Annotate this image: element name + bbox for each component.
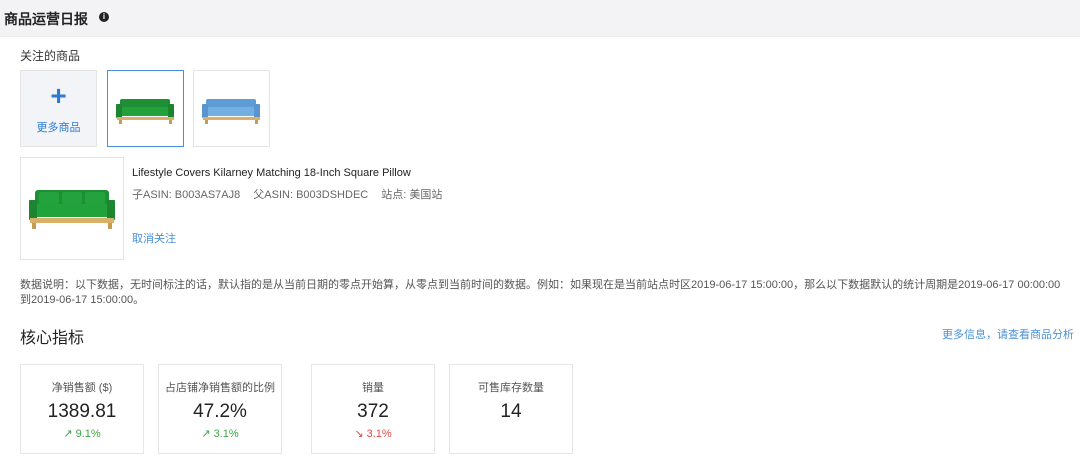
arrow-down-icon: ↘ [354,428,364,440]
metric-value: 14 [500,401,522,422]
arrow-up-icon: ↗ [201,428,211,440]
site: 站点: 美国站 [381,189,443,201]
plus-icon: + [50,80,67,111]
metric-change: ↗ 3.1% [201,428,239,440]
unfollow-link[interactable]: 取消关注 [132,230,176,246]
child-asin: 子ASIN: B003AS7AJ8 [132,189,241,201]
product-thumbnail-blue[interactable] [193,70,270,147]
metric-value: 47.2% [193,401,247,422]
add-product-label: 更多商品 [36,122,81,134]
parent-asin: 父ASIN: B003DSHDEC [253,189,369,201]
metrics-title: 核心指标 [20,330,85,347]
product-title: Lifestyle Covers Kilarney Matching 18-In… [132,167,411,179]
watchlist-label: 关注的商品 [20,49,81,63]
arrow-up-icon: ↗ [63,428,73,440]
more-info-link[interactable]: 更多信息，请查看商品分析 [942,326,1074,342]
metric-label: 净销售额 ($) [51,382,113,394]
metric-card-units: 销量 372 ↘ 3.1% [311,364,435,454]
metric-value: 1389.81 [47,401,117,422]
metric-label: 占店铺净销售额的比例 [165,382,275,394]
product-image [20,157,124,260]
top-bar: 商品运营日报 i [0,0,1080,37]
metric-card-sales-share: 占店铺净销售额的比例 47.2% ↗ 3.1% [158,364,282,454]
metric-label: 可售库存数量 [478,382,544,394]
add-product-button[interactable]: + 更多商品 [20,70,97,147]
metric-label: 销量 [362,382,384,394]
data-note: 数据说明：以下数据，无时间标注的话，默认指的是从当前日期的零点开始算，从零点到当… [20,279,1061,306]
metric-value: 372 [357,401,389,422]
page-title: 商品运营日报 [4,11,88,27]
info-icon[interactable]: i [99,12,109,22]
metric-card-net-sales: 净销售额 ($) 1389.81 ↗ 9.1% [20,364,144,454]
sofa-blue-icon [202,99,260,124]
sofa-green-large-icon [29,190,115,229]
metric-change: ↘ 3.1% [354,428,392,440]
metric-change: ↗ 9.1% [63,428,101,440]
sofa-green-icon [116,99,174,124]
metric-card-inventory: 可售库存数量 14 [449,364,573,454]
product-meta: 子ASIN: B003AS7AJ8 父ASIN: B003DSHDEC 站点: … [132,186,452,202]
product-thumbnail-green[interactable] [107,70,184,147]
